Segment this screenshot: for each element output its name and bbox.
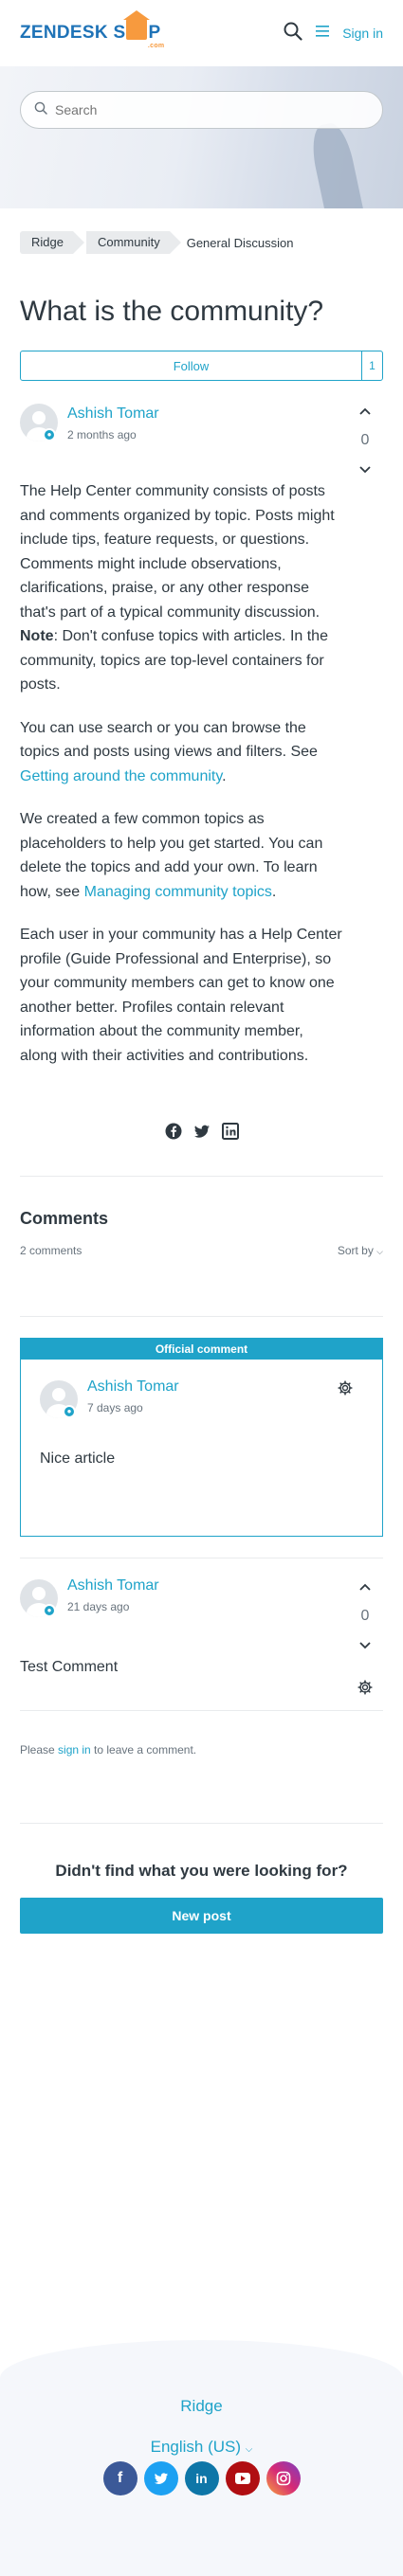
instagram-icon[interactable] (266, 2461, 301, 2495)
breadcrumb: Ridge Community General Discussion (0, 229, 403, 256)
comment-sign-in-link[interactable]: sign in (58, 1743, 91, 1756)
social-links: f in (0, 2461, 403, 2495)
search-icon[interactable] (284, 22, 302, 45)
comment-body: Nice article (40, 1450, 116, 1467)
comments-heading: Comments (20, 1209, 109, 1228)
downvote-icon[interactable] (356, 1638, 375, 1653)
new-post-button[interactable]: New post (20, 1898, 383, 1934)
downvote-icon[interactable] (356, 462, 375, 477)
linkedin-icon[interactable]: in (184, 2461, 219, 2495)
youtube-icon[interactable] (225, 2461, 260, 2495)
upvote-icon[interactable] (356, 1579, 375, 1594)
gear-icon[interactable] (357, 1680, 373, 1695)
post-vote: 0 (356, 404, 375, 477)
official-comment-label: Official comment (21, 1339, 382, 1360)
divider (20, 1316, 383, 1317)
gear-icon[interactable] (338, 1380, 353, 1396)
official-comment: Official comment ● Ashish Tomar 7 days a… (20, 1338, 383, 1537)
paragraph-2: You can use search or you can browse the… (20, 719, 318, 784)
linkedin-share-icon[interactable] (221, 1123, 239, 1142)
page-title: What is the community? (20, 296, 324, 327)
comment-body: Test Comment (20, 1659, 119, 1675)
menu-icon[interactable] (316, 25, 330, 42)
site-header: ZENDESK S P .com Sign in (0, 0, 403, 66)
comment-author[interactable]: Ashish Tomar (87, 1378, 179, 1396)
site-logo[interactable]: ZENDESK S P .com (20, 10, 165, 52)
agent-badge-icon: ● (43, 428, 56, 441)
post-body: The Help Center community consists of po… (0, 479, 363, 1068)
comments-meta: 2 comments Sort by ⌵ (0, 1244, 403, 1257)
divider (20, 1710, 383, 1711)
note-label: Note (20, 628, 54, 644)
comment-timestamp: 7 days ago (87, 1401, 143, 1414)
comment-timestamp: 21 days ago (67, 1600, 130, 1613)
divider (20, 1823, 383, 1824)
agent-badge-icon: ● (63, 1405, 76, 1418)
twitter-icon[interactable] (143, 2461, 178, 2495)
vote-count: 0 (360, 1608, 370, 1624)
logo-text: ZENDESK S (20, 23, 126, 43)
author-name[interactable]: Ashish Tomar (67, 405, 159, 423)
search-box[interactable] (20, 91, 383, 129)
managing-topics-link[interactable]: Managing community topics (84, 884, 272, 900)
sign-in-prompt: Please sign in to leave a comment. (20, 1743, 197, 1756)
sort-dropdown[interactable]: Sort by ⌵ (338, 1244, 383, 1257)
logo-sub: .com (147, 43, 165, 49)
comment: ● Ashish Tomar 21 days ago 0 Test Commen… (0, 1558, 403, 1710)
agent-badge-icon: ● (43, 1604, 56, 1617)
logo-house-icon (123, 10, 151, 44)
breadcrumb-community[interactable]: Community (85, 231, 181, 254)
share-bar (0, 1123, 403, 1142)
follow-count: 1 (361, 351, 382, 380)
footer-brand-link[interactable]: Ridge (0, 2397, 403, 2416)
chevron-down-icon: ⌵ (376, 1247, 383, 1256)
breadcrumb-general-discussion[interactable]: General Discussion (183, 236, 294, 250)
getting-around-link[interactable]: Getting around the community (20, 768, 222, 784)
vote-count: 0 (360, 432, 370, 448)
not-found-heading: Didn't find what you were looking for? (55, 1862, 348, 1880)
paragraph-3: We created a few common topics as placeh… (20, 811, 323, 900)
site-footer: Ridge English (US) ⌵ f in (0, 2340, 403, 2576)
sign-in-link[interactable]: Sign in (342, 26, 383, 41)
facebook-share-icon[interactable] (165, 1123, 182, 1142)
facebook-icon[interactable]: f (102, 2461, 137, 2495)
follow-label[interactable]: Follow (21, 351, 361, 380)
search-input[interactable] (55, 102, 358, 117)
hero-banner (0, 66, 403, 208)
search-icon (34, 101, 47, 119)
language-selector[interactable]: English (US) ⌵ (0, 2438, 403, 2457)
comments-count: 2 comments (20, 1244, 82, 1257)
breadcrumb-ridge[interactable]: Ridge (20, 231, 84, 254)
twitter-share-icon[interactable] (193, 1123, 211, 1142)
chevron-down-icon: ⌵ (245, 2444, 253, 2455)
post-author: ● Ashish Tomar 2 months ago 0 (0, 404, 403, 474)
comment-author[interactable]: Ashish Tomar (67, 1577, 159, 1594)
paragraph-4: Each user in your community has a Help C… (20, 927, 342, 1064)
upvote-icon[interactable] (356, 404, 375, 419)
follow-button[interactable]: Follow 1 (20, 351, 383, 381)
logo-text-end: P .com (147, 23, 165, 49)
post-timestamp: 2 months ago (67, 428, 137, 441)
paragraph-1: The Help Center community consists of po… (20, 483, 335, 693)
divider (20, 1176, 383, 1177)
comment-vote: 0 (356, 1579, 375, 1653)
